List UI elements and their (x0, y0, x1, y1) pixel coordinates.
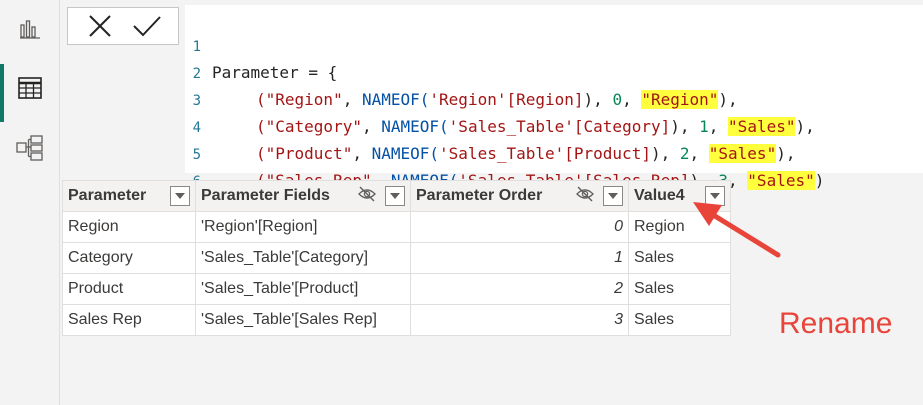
code-line-2: 2 ("Region", NAMEOF('Region'[Region]), 0… (185, 35, 738, 109)
code-line-3: 3 ("Category", NAMEOF('Sales_Table'[Cate… (185, 62, 815, 136)
table-cell[interactable]: Region (62, 211, 196, 243)
code-order: 1 (699, 117, 709, 136)
hidden-eye-icon (357, 186, 377, 207)
column-filter-dropdown[interactable] (170, 186, 190, 206)
close-icon[interactable] (85, 11, 115, 41)
data-table: Parameter Parameter Fields Parameter Ord… (62, 180, 731, 336)
table-row: Sales Rep 'Sales_Table'[Sales Rep] 3 Sal… (62, 304, 731, 336)
report-view-button[interactable] (0, 0, 59, 56)
left-nav-rail (0, 0, 60, 405)
code-label: ("Region" (256, 90, 343, 109)
code-function: NAMEOF( (361, 90, 430, 109)
table-cell[interactable]: 0 (410, 211, 629, 243)
table-cell[interactable]: 3 (410, 304, 629, 336)
code-value-highlighted: "Sales" (747, 171, 815, 190)
column-header-parameter-fields[interactable]: Parameter Fields (195, 180, 411, 212)
code-order: 2 (679, 144, 690, 163)
table-row: Category 'Sales_Table'[Category] 1 Sales (62, 242, 731, 274)
code-text: Parameter = { (212, 63, 338, 82)
code-line-6: 6 } (185, 143, 224, 217)
column-header-parameter-order[interactable]: Parameter Order (410, 180, 629, 212)
table-grid-icon (17, 77, 42, 99)
table-cell[interactable]: Category (62, 242, 196, 274)
code-label: ("Product" (256, 144, 353, 163)
table-row: Region 'Region'[Region] 0 Region (62, 211, 731, 243)
column-header-value4[interactable]: Value4 (628, 180, 731, 212)
table-cell[interactable]: 'Sales_Table'[Category] (195, 242, 411, 274)
model-diagram-icon (15, 135, 44, 161)
rename-annotation-label: Rename (779, 307, 893, 340)
table-cell[interactable]: 'Sales_Table'[Sales Rep] (195, 304, 411, 336)
column-filter-dropdown[interactable] (385, 186, 405, 206)
table-cell[interactable]: Product (62, 273, 196, 305)
code-line-1: 1 Parameter = { (185, 8, 338, 82)
code-reference: 'Sales_Table'[Product] (439, 144, 651, 163)
table-cell[interactable]: Sales (628, 242, 731, 274)
formula-commit-box (67, 7, 179, 45)
dax-formula-editor[interactable]: 1 Parameter = { 2 ("Region", NAMEOF('Reg… (185, 5, 923, 217)
code-line-4: 4 ("Product", NAMEOF('Sales_Table'[Produ… (185, 89, 795, 163)
code-line-5: 5 ("Sales Rep", NAMEOF('Sales_Table'[Sal… (185, 116, 824, 190)
column-filter-dropdown[interactable] (603, 186, 623, 206)
table-cell[interactable]: 1 (410, 242, 629, 274)
code-label: ("Category" (256, 117, 362, 136)
code-reference: 'Region'[Region] (429, 90, 584, 109)
hidden-eye-icon (575, 186, 595, 207)
code-reference: 'Sales_Table'[Category] (448, 117, 671, 136)
code-value-highlighted: "Region" (641, 90, 719, 109)
column-filter-dropdown[interactable] (705, 186, 725, 206)
code-value-highlighted: "Sales" (728, 117, 796, 136)
table-cell[interactable]: 'Sales_Table'[Product] (195, 273, 411, 305)
table-cell[interactable]: Region (628, 211, 731, 243)
column-header-parameter[interactable]: Parameter (62, 180, 196, 212)
table-row: Product 'Sales_Table'[Product] 2 Sales (62, 273, 731, 305)
table-cell[interactable]: Sales (628, 273, 731, 305)
table-cell[interactable]: 2 (410, 273, 629, 305)
table-view-button[interactable] (0, 60, 59, 122)
code-function: NAMEOF( (381, 117, 449, 136)
code-order: 0 (612, 90, 623, 109)
table-cell[interactable]: Sales (628, 304, 731, 336)
model-view-button[interactable] (0, 120, 59, 176)
bar-chart-icon (19, 17, 41, 39)
check-icon[interactable] (132, 11, 162, 41)
code-value-highlighted: "Sales" (708, 144, 777, 163)
code-function: NAMEOF( (371, 144, 440, 163)
table-header-row: Parameter Parameter Fields Parameter Ord… (62, 180, 731, 212)
table-cell[interactable]: Sales Rep (62, 304, 196, 336)
table-cell[interactable]: 'Region'[Region] (195, 211, 411, 243)
